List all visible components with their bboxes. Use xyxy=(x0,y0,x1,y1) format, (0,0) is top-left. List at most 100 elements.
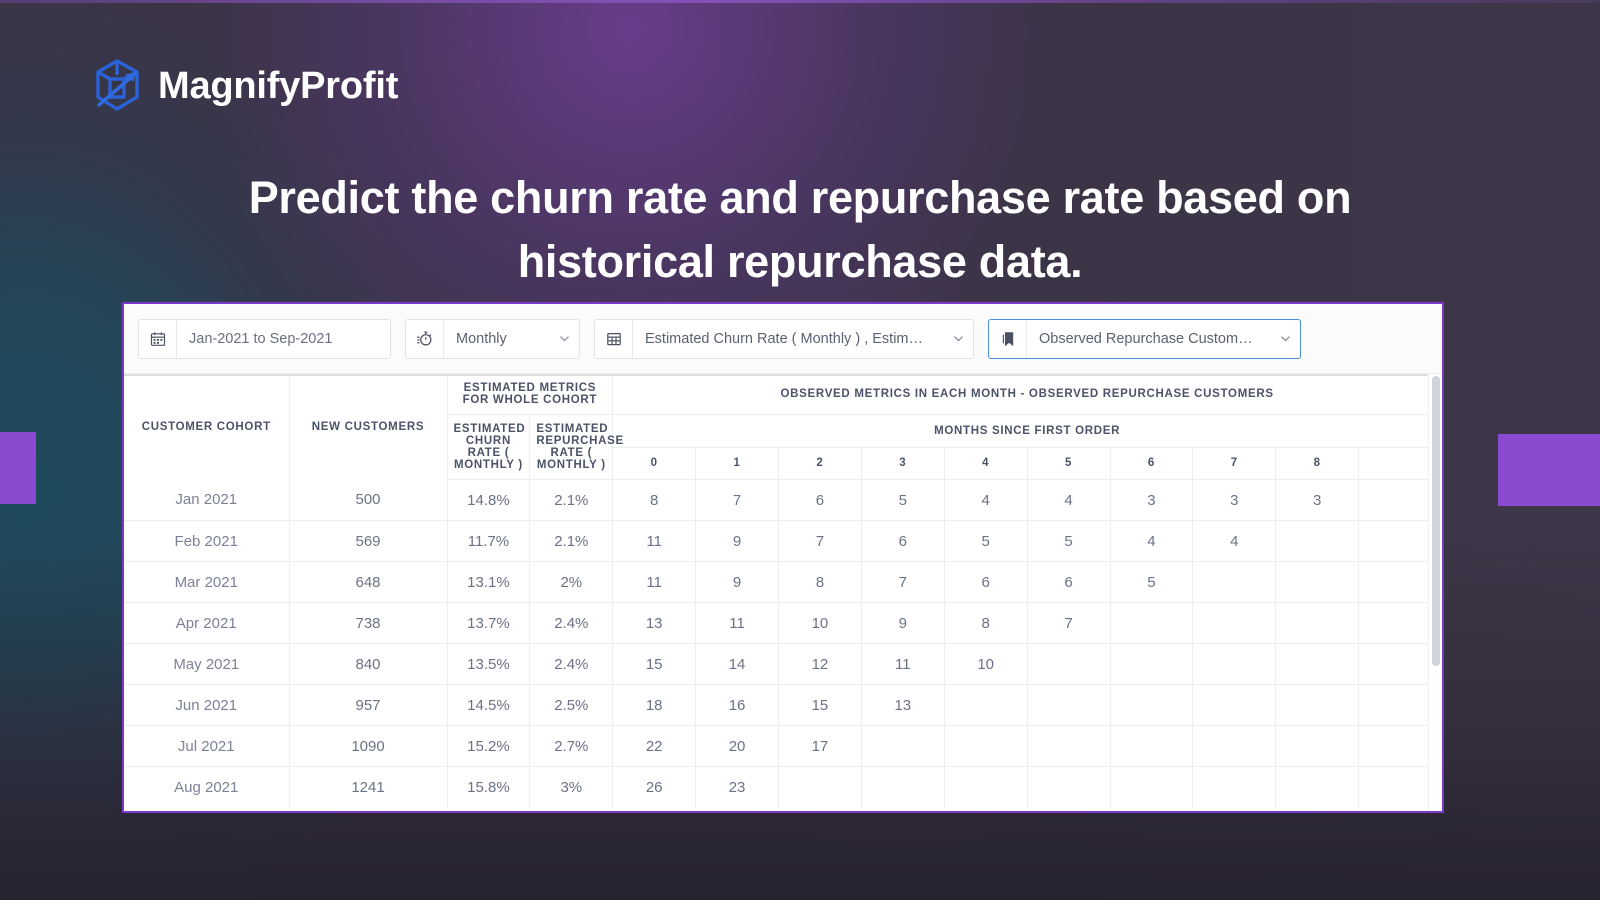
cell-month-1: 16 xyxy=(695,684,779,726)
cell-month-2 xyxy=(778,766,862,808)
accent-block-right xyxy=(1498,434,1600,506)
cell-month-7: 4 xyxy=(1192,520,1277,562)
cell-month-1: 9 xyxy=(695,520,779,562)
cell-churn-rate: 14.8% xyxy=(447,479,531,521)
scrollbar-thumb[interactable] xyxy=(1432,376,1440,666)
cell-month-1: 20 xyxy=(695,725,779,767)
cell-month-6 xyxy=(1110,643,1194,685)
cell-new-customers: 500 xyxy=(289,479,448,521)
cell-cohort: Feb 2021 xyxy=(124,520,290,562)
cell-month-8 xyxy=(1275,602,1360,644)
date-range-picker[interactable]: Jan-2021 to Sep-2021 xyxy=(138,318,391,359)
cell-month-8 xyxy=(1275,725,1360,767)
cell-month-7 xyxy=(1192,684,1277,726)
cell-churn-rate: 11.7% xyxy=(447,520,531,562)
metrics-value: Estimated Churn Rate ( Monthly ) , Estim… xyxy=(645,330,943,347)
brand-name: MagnifyProfit xyxy=(158,65,399,107)
cell-month-0: 8 xyxy=(612,479,697,521)
cell-month-2: 8 xyxy=(778,561,862,603)
th-estimated-repurchase-rate: ESTIMATED REPURCHASE RATE ( MONTHLY ) xyxy=(529,414,623,480)
granularity-value: Monthly xyxy=(456,330,507,347)
cell-churn-rate: 15.8% xyxy=(447,766,531,808)
cell-month-5 xyxy=(1027,725,1111,767)
cell-month-6 xyxy=(1110,725,1194,767)
background-top-highlight xyxy=(0,0,1600,3)
cell-cohort: Jul 2021 xyxy=(124,725,290,767)
th-estimated-churn-rate: ESTIMATED CHURN RATE ( MONTHLY ) xyxy=(447,414,531,480)
cell-month-8 xyxy=(1275,684,1360,726)
cell-month-5 xyxy=(1027,643,1111,685)
date-range-value: Jan-2021 to Sep-2021 xyxy=(189,330,333,347)
cell-new-customers: 840 xyxy=(289,643,448,685)
cell-repurchase-rate: 3% xyxy=(529,766,614,808)
table-grid-icon xyxy=(595,319,633,358)
cell-month-2: 7 xyxy=(778,520,862,562)
th-month-8: 8 xyxy=(1275,447,1360,480)
cell-month-0: 18 xyxy=(612,684,697,726)
cell-month-1: 23 xyxy=(695,766,779,808)
cell-month-6: 5 xyxy=(1110,561,1194,603)
metrics-multiselect[interactable]: Estimated Churn Rate ( Monthly ) , Estim… xyxy=(594,318,974,359)
cell-month-1: 7 xyxy=(695,479,779,521)
table-row[interactable]: Jan 2021 500 14.8% 2.1% 8 7 6 5 4 4 3 3 3 xyxy=(124,479,1442,521)
chevron-down-icon[interactable] xyxy=(943,332,973,345)
cell-repurchase-rate: 2.1% xyxy=(529,520,614,562)
vertical-scrollbar[interactable] xyxy=(1428,374,1442,811)
table-row[interactable]: Jun 2021 957 14.5% 2.5% 18 16 15 13 xyxy=(124,684,1442,726)
cell-month-8 xyxy=(1275,643,1360,685)
cell-month-3: 5 xyxy=(861,479,945,521)
cell-month-7 xyxy=(1192,725,1277,767)
cohort-table-container: CUSTOMER COHORT NEW CUSTOMERS ESTIMATED … xyxy=(124,374,1442,811)
cell-month-4 xyxy=(944,766,1028,808)
cell-repurchase-rate: 2.7% xyxy=(529,725,614,767)
table-row[interactable]: May 2021 840 13.5% 2.4% 15 14 12 11 10 xyxy=(124,643,1442,685)
table-row[interactable]: Apr 2021 738 13.7% 2.4% 13 11 10 9 8 7 xyxy=(124,602,1442,644)
cell-month-0: 11 xyxy=(612,561,697,603)
th-months-since-first-order: MONTHS SINCE FIRST ORDER xyxy=(612,414,1442,448)
cell-month-6 xyxy=(1110,602,1194,644)
cell-month-3 xyxy=(861,766,945,808)
th-group-estimated: ESTIMATED METRICS FOR WHOLE COHORT xyxy=(447,374,614,415)
cell-month-0: 13 xyxy=(612,602,697,644)
cell-cohort: Aug 2021 xyxy=(124,766,290,808)
cell-month-6: 4 xyxy=(1110,520,1194,562)
chevron-down-icon[interactable] xyxy=(1270,332,1300,345)
cell-month-4 xyxy=(944,725,1028,767)
cell-new-customers: 1241 xyxy=(289,766,448,808)
cell-churn-rate: 15.2% xyxy=(447,725,531,767)
chevron-down-icon[interactable] xyxy=(549,332,579,345)
th-month-0: 0 xyxy=(612,447,697,480)
cell-month-3: 11 xyxy=(861,643,945,685)
cell-month-7 xyxy=(1192,643,1277,685)
cell-month-5 xyxy=(1027,766,1111,808)
bookmark-icon xyxy=(989,319,1027,358)
cell-month-4: 8 xyxy=(944,602,1028,644)
cell-month-5: 5 xyxy=(1027,520,1111,562)
cell-repurchase-rate: 2.4% xyxy=(529,643,614,685)
cell-month-3: 13 xyxy=(861,684,945,726)
observed-metric-select[interactable]: Observed Repurchase Customers xyxy=(988,318,1301,359)
cell-month-6 xyxy=(1110,684,1194,726)
table-row[interactable]: Feb 2021 569 11.7% 2.1% 11 9 7 6 5 5 4 4 xyxy=(124,520,1442,562)
cell-repurchase-rate: 2.4% xyxy=(529,602,614,644)
cell-new-customers: 957 xyxy=(289,684,448,726)
th-month-5: 5 xyxy=(1027,447,1111,480)
cohort-analysis-panel: Jan-2021 to Sep-2021 Monthly Estimated C… xyxy=(122,302,1444,813)
th-customer-cohort: CUSTOMER COHORT xyxy=(124,374,290,480)
calendar-icon xyxy=(139,319,177,358)
cell-month-5: 6 xyxy=(1027,561,1111,603)
page-headline: Predict the churn rate and repurchase ra… xyxy=(248,172,1352,287)
cell-cohort: Jun 2021 xyxy=(124,684,290,726)
table-row[interactable]: Aug 2021 1241 15.8% 3% 26 23 xyxy=(124,766,1442,808)
cell-month-0: 26 xyxy=(612,766,697,808)
cell-month-8 xyxy=(1275,520,1360,562)
cell-month-6: 3 xyxy=(1110,479,1194,521)
cell-month-3: 9 xyxy=(861,602,945,644)
cell-cohort: Apr 2021 xyxy=(124,602,290,644)
cell-month-1: 14 xyxy=(695,643,779,685)
granularity-select[interactable]: Monthly xyxy=(405,318,580,359)
table-row[interactable]: Mar 2021 648 13.1% 2% 11 9 8 7 6 6 5 xyxy=(124,561,1442,603)
cell-cohort: May 2021 xyxy=(124,643,290,685)
table-row[interactable]: Jul 2021 1090 15.2% 2.7% 22 20 17 xyxy=(124,725,1442,767)
cell-month-5: 7 xyxy=(1027,602,1111,644)
